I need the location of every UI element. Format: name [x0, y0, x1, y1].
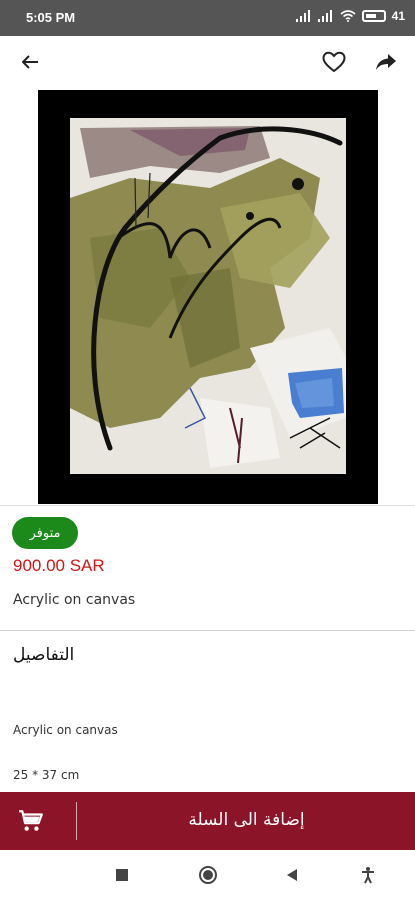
- square-icon: [116, 869, 128, 881]
- add-to-cart-label: إضافة الى السلة: [188, 810, 305, 830]
- battery-percent: 41: [391, 9, 405, 23]
- signal-icon: [295, 10, 310, 22]
- back-button[interactable]: [16, 48, 44, 76]
- accessibility-button[interactable]: [358, 865, 378, 885]
- favorite-button[interactable]: [320, 48, 348, 76]
- recents-button[interactable]: [112, 865, 132, 885]
- share-button[interactable]: [372, 48, 400, 76]
- details-dimensions: 25 * 37 cm: [13, 768, 80, 782]
- signal-icon-2: [317, 10, 332, 22]
- arrow-left-icon: [22, 55, 38, 69]
- status-icons: 41: [295, 9, 405, 23]
- divider: [0, 630, 415, 631]
- accessibility-icon: [362, 867, 374, 884]
- add-to-cart-button[interactable]: إضافة الى السلة: [0, 792, 415, 850]
- availability-badge: متوفر: [12, 517, 78, 549]
- triangle-left-icon: [287, 869, 297, 881]
- artwork-painting: [70, 118, 346, 474]
- home-button[interactable]: [198, 865, 218, 885]
- wifi-icon: [340, 10, 356, 22]
- status-time: 5:05 PM: [26, 10, 76, 25]
- product-subtitle: Acrylic on canvas: [13, 592, 136, 608]
- details-description: Acrylic on canvas: [13, 723, 118, 737]
- product-price: 900.00 SAR: [13, 556, 105, 575]
- divider: [0, 505, 415, 506]
- system-back-button[interactable]: [282, 865, 302, 885]
- cart-separator: [76, 802, 77, 840]
- circle-icon: [199, 866, 217, 884]
- details-heading: التفاصيل: [13, 645, 75, 665]
- heart-icon: [322, 51, 346, 73]
- share-icon: [376, 54, 396, 70]
- shopping-cart-icon: [19, 810, 43, 831]
- system-navigation-bar: [0, 850, 415, 900]
- status-bar: 5:05 PM 41: [0, 0, 415, 36]
- top-app-bar: [0, 36, 415, 86]
- battery-icon: [361, 10, 386, 22]
